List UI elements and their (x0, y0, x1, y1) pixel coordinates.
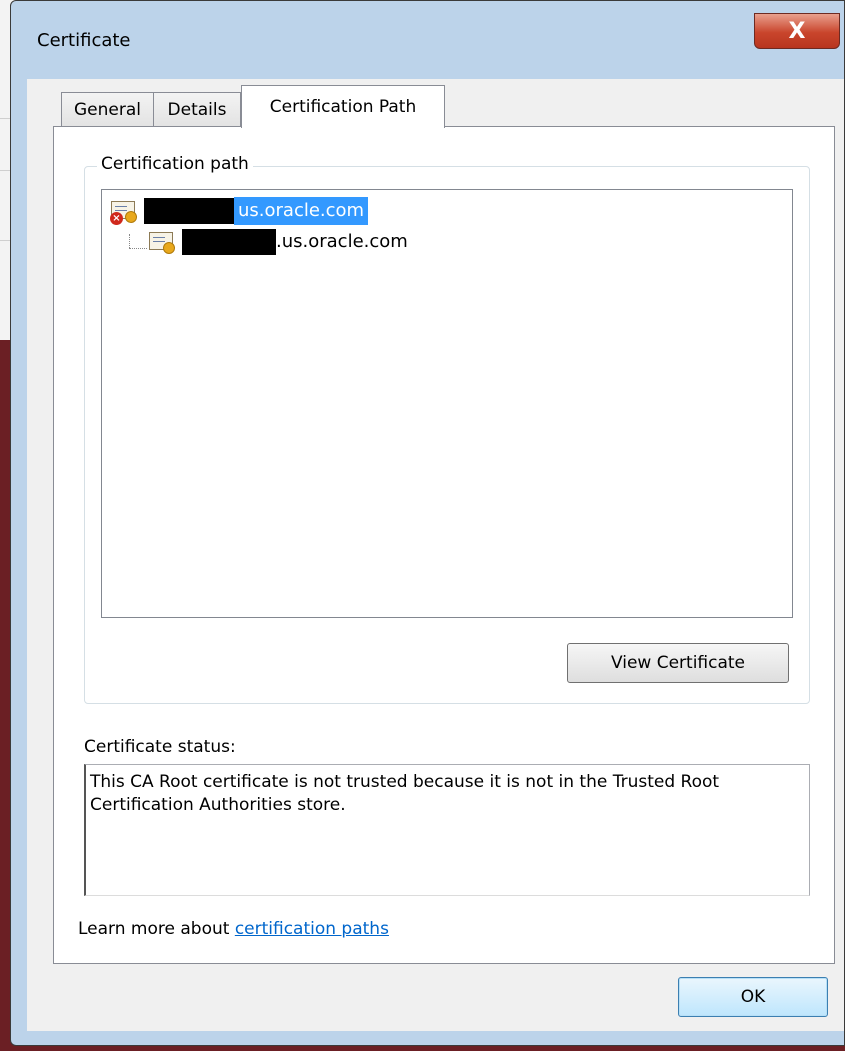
certification-paths-link[interactable]: certification paths (235, 919, 389, 939)
button-label: OK (740, 987, 766, 1007)
button-label: View Certificate (610, 653, 746, 673)
certificate-icon (148, 230, 176, 254)
close-button[interactable]: X (754, 13, 840, 49)
status-text: This CA Root certificate is not trusted … (90, 772, 720, 815)
certification-path-tree[interactable]: × us.oracle.com .us.oracle.com (101, 189, 793, 618)
tree-connector (129, 234, 130, 248)
tab-details[interactable]: Details (153, 92, 241, 126)
title-bar[interactable]: Certificate X (11, 1, 844, 79)
certificate-error-icon: × (110, 199, 138, 225)
tree-node-child[interactable]: .us.oracle.com (148, 228, 408, 256)
ok-button[interactable]: OK (678, 977, 828, 1017)
certificate-status-text[interactable]: This CA Root certificate is not trusted … (84, 764, 810, 896)
tree-node-label: us.oracle.com (234, 197, 369, 225)
tab-general[interactable]: General (61, 92, 154, 126)
learn-more-prefix: Learn more about (78, 919, 235, 939)
tree-node-label: .us.oracle.com (276, 231, 408, 252)
certification-path-group: Certification path × us.oracle.com .us.o… (84, 154, 810, 704)
window-title: Certificate (37, 30, 131, 51)
learn-more: Learn more about certification paths (78, 919, 389, 939)
certification-path-panel: Certification path × us.oracle.com .us.o… (53, 126, 835, 964)
tab-label: Details (167, 99, 227, 120)
redacted-text (182, 229, 276, 255)
tab-label: Certification Path (269, 97, 417, 117)
dialog-client-area: General Details Certification Path Certi… (27, 79, 844, 1031)
group-label: Certification path (97, 154, 253, 174)
view-certificate-button[interactable]: View Certificate (567, 643, 789, 683)
certificate-dialog: Certificate X General Details Certificat… (10, 0, 845, 1046)
redacted-text (144, 198, 234, 224)
close-icon: X (788, 18, 806, 44)
tree-connector (129, 248, 147, 249)
certificate-status-label: Certificate status: (84, 737, 236, 757)
tab-label: General (74, 99, 141, 120)
tree-node-root[interactable]: × us.oracle.com (110, 197, 369, 225)
tab-certification-path[interactable]: Certification Path (241, 85, 445, 128)
